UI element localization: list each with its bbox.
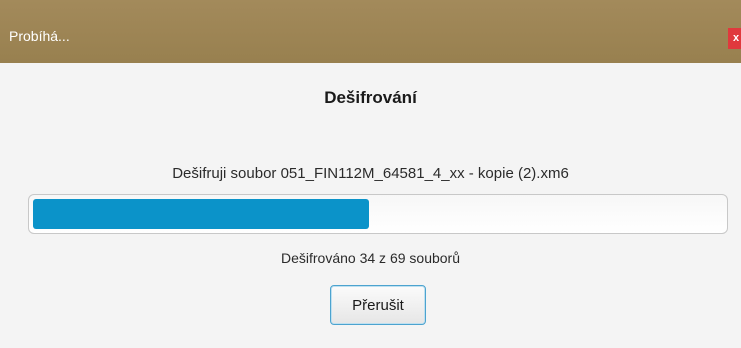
progress-dialog-window: Probíhá... x Dešifrování Dešifruji soubo…	[0, 0, 741, 348]
current-file-status: Dešifruji soubor 051_FIN112M_64581_4_xx …	[172, 165, 569, 182]
dialog-heading: Dešifrování	[324, 88, 417, 107]
progress-count: Dešifrováno 34 z 69 souborů	[281, 250, 460, 266]
cancel-button[interactable]: Přerušit	[330, 285, 426, 325]
progress-bar-fill	[33, 199, 369, 229]
title-bar[interactable]: Probíhá... x	[0, 0, 741, 63]
close-icon: x	[732, 32, 740, 44]
window-title: Probíhá...	[9, 28, 70, 44]
close-button[interactable]: x	[728, 28, 741, 49]
progress-bar	[28, 194, 728, 234]
